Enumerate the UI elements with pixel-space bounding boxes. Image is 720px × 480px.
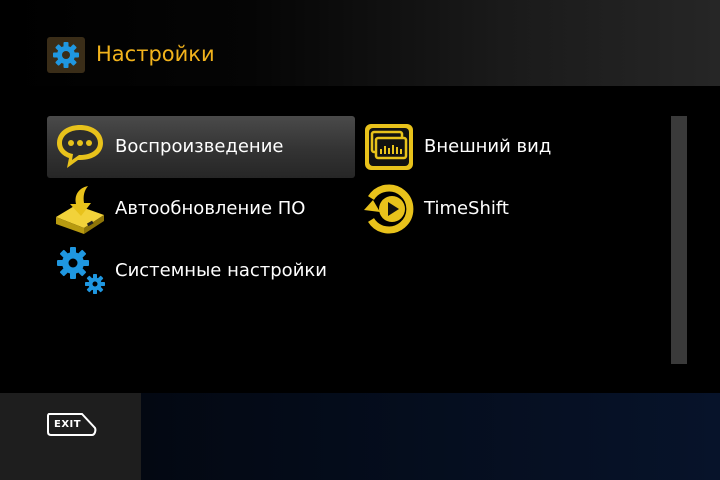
exit-button[interactable]: EXIT (46, 411, 98, 439)
tv-screen-icon (363, 122, 415, 172)
menu-item-label: Воспроизведение (115, 136, 284, 157)
download-box-icon (54, 184, 106, 234)
footer-right-panel (141, 393, 720, 480)
menu-item-label: Автообновление ПО (115, 198, 306, 219)
menu-item-timeshift[interactable]: TimeShift (356, 178, 656, 240)
page-title: Настройки (96, 42, 215, 66)
header-bar: Настройки (0, 0, 720, 86)
exit-label: EXIT (54, 419, 82, 430)
speech-bubble-icon (54, 122, 106, 172)
settings-screen: Настройки Воспроизведение Автообновление… (0, 0, 720, 480)
gear-icon (47, 37, 85, 73)
menu-item-label: Внешний вид (424, 136, 552, 157)
menu-item-label: Системные настройки (115, 260, 327, 281)
rewind-play-icon (363, 184, 415, 234)
menu-item-label: TimeShift (424, 198, 509, 219)
menu-item-system-settings[interactable]: Системные настройки (47, 240, 355, 302)
menu-item-firmware-update[interactable]: Автообновление ПО (47, 178, 355, 240)
menu-item-playback[interactable]: Воспроизведение (47, 116, 355, 178)
menu-item-appearance[interactable]: Внешний вид (356, 116, 656, 178)
scrollbar[interactable] (671, 116, 687, 364)
gears-icon (54, 246, 106, 296)
